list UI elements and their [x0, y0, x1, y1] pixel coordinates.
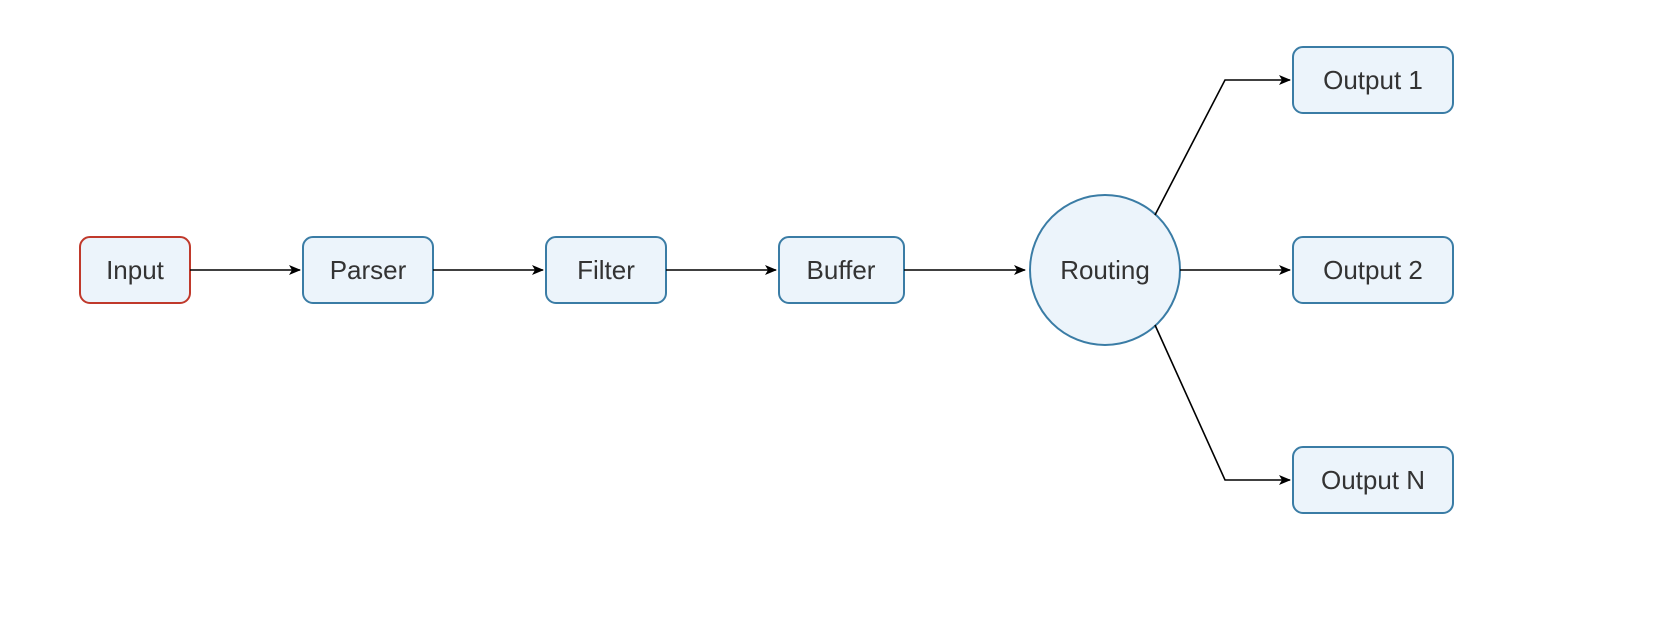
node-output2: Output 2: [1293, 237, 1453, 303]
node-routing-label: Routing: [1060, 255, 1150, 285]
node-output1: Output 1: [1293, 47, 1453, 113]
node-input-label: Input: [106, 255, 165, 285]
edge-routing-out1: [1155, 80, 1290, 215]
node-routing: Routing: [1030, 195, 1180, 345]
node-outputn-label: Output N: [1321, 465, 1425, 495]
node-parser: Parser: [303, 237, 433, 303]
pipeline-diagram: Input Parser Filter Buffer Routing Outpu…: [0, 0, 1672, 636]
node-parser-label: Parser: [330, 255, 407, 285]
node-buffer-label: Buffer: [807, 255, 876, 285]
node-filter: Filter: [546, 237, 666, 303]
edge-routing-outn: [1155, 325, 1290, 480]
node-outputn: Output N: [1293, 447, 1453, 513]
node-filter-label: Filter: [577, 255, 635, 285]
node-buffer: Buffer: [779, 237, 904, 303]
node-input: Input: [80, 237, 190, 303]
node-output2-label: Output 2: [1323, 255, 1423, 285]
node-output1-label: Output 1: [1323, 65, 1423, 95]
